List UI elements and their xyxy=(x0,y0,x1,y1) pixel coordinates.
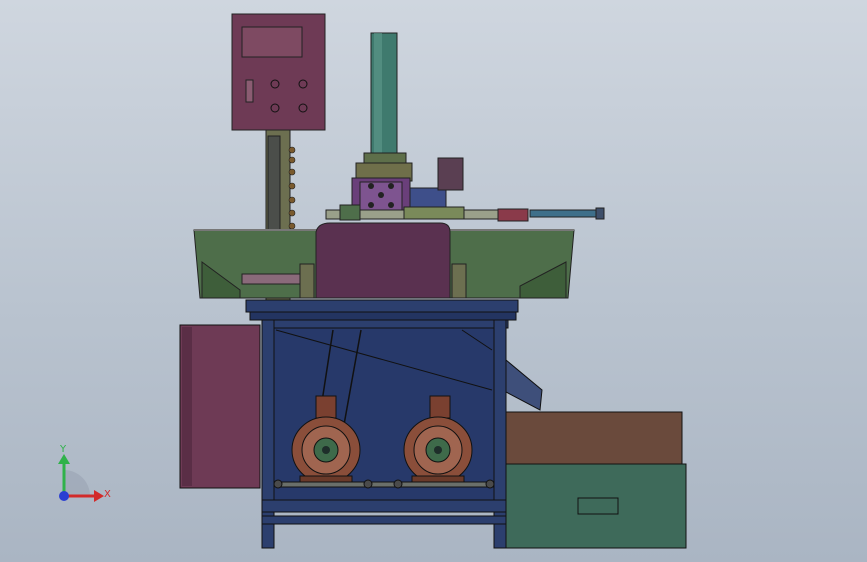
cad-viewport[interactable]: Y X xyxy=(0,0,867,562)
press-cylinder xyxy=(355,32,413,182)
output-hopper xyxy=(505,411,687,549)
control-box xyxy=(231,13,326,131)
machine-frame xyxy=(245,299,543,549)
y-axis-label: Y xyxy=(59,444,67,455)
machine-model: Y X xyxy=(58,13,687,549)
coordinate-triad: Y X xyxy=(58,444,111,502)
side-cabinet xyxy=(179,324,261,489)
x-axis-label: X xyxy=(104,489,111,500)
central-housing xyxy=(299,222,467,299)
z-axis-dot xyxy=(59,491,69,501)
